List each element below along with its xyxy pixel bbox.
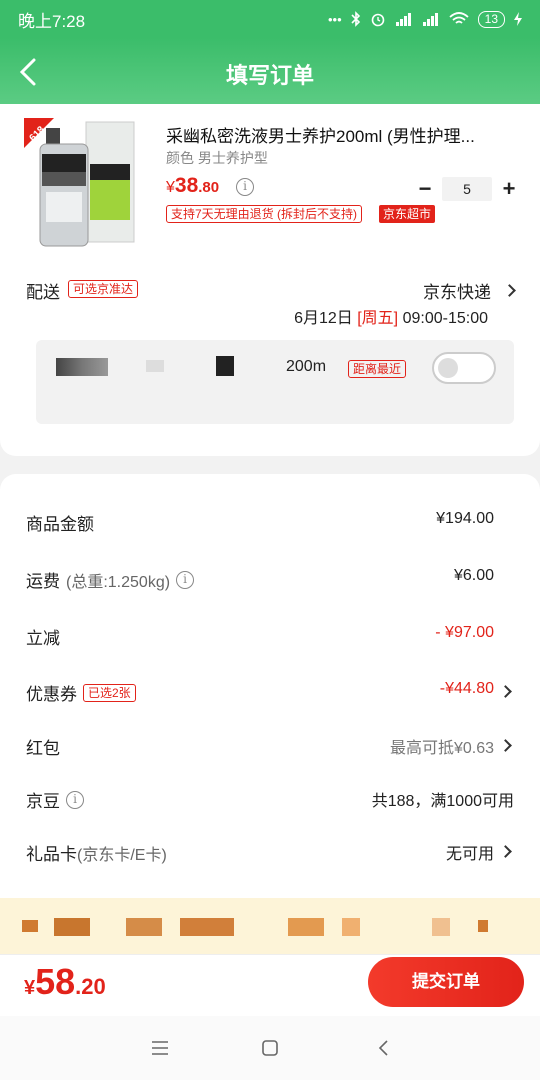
chevron-right-icon xyxy=(499,739,512,752)
freight-label: 运费 xyxy=(26,572,60,591)
blurred-text xyxy=(126,918,162,936)
more-dots-icon: ••• xyxy=(327,11,342,27)
blurred-text xyxy=(56,358,108,376)
product-spec: 颜色 男士养护型 xyxy=(166,150,268,166)
back-icon[interactable] xyxy=(372,1036,396,1060)
bluetooth-icon xyxy=(351,11,360,27)
goods-amount-value: ¥194.00 xyxy=(436,510,494,527)
delivery-method-label: 京东快递 xyxy=(423,283,491,302)
product-image[interactable]: 618 xyxy=(24,118,142,248)
battery-icon: 13 xyxy=(477,10,505,28)
delivery-weekday: [周五] xyxy=(357,310,399,327)
order-card: 618 采幽私密洗液男士养护200ml (男性护理... 颜色 男士养护型 ¥3… xyxy=(0,104,540,456)
blurred-text xyxy=(180,918,234,936)
promo-bar[interactable] xyxy=(0,898,540,954)
blurred-text xyxy=(478,920,488,932)
red-packet-value: 最高可抵¥0.63 xyxy=(389,740,494,757)
signal-icon xyxy=(395,13,411,26)
system-nav-bar xyxy=(0,1016,540,1080)
gift-card-row[interactable]: 礼品卡 (京东卡/E卡) 无可用 xyxy=(0,838,540,866)
minus-button[interactable]: − xyxy=(414,176,436,202)
blurred-text xyxy=(54,918,90,936)
toggle-knob xyxy=(438,358,458,378)
status-time: 晚上7:28 xyxy=(18,11,86,31)
jingdou-info-icon[interactable]: i xyxy=(66,790,84,809)
gift-card-label-group: 礼品卡 (京东卡/E卡) xyxy=(26,840,167,865)
freight-value: ¥6.00 xyxy=(453,567,494,584)
price-info-icon[interactable]: i xyxy=(236,178,254,196)
jingdou-label: 京豆 xyxy=(26,792,60,811)
discount-row: 立减 - ¥97.00 xyxy=(0,622,540,650)
delivery-hours: 09:00-15:00 xyxy=(402,310,488,327)
alarm-icon xyxy=(371,13,384,27)
price-dec: .80 xyxy=(198,179,220,196)
freight-label-group: 运费 (总重:1.250kg) i xyxy=(26,567,195,592)
total-dec: .20 xyxy=(75,974,106,999)
freight-info-icon[interactable]: i xyxy=(176,570,195,589)
coupon-label: 优惠券 xyxy=(26,685,77,704)
chevron-right-icon xyxy=(499,685,512,698)
menu-icon[interactable] xyxy=(148,1036,172,1060)
delivery-method[interactable]: 京东快递 xyxy=(423,278,516,303)
goods-amount-row: 商品金额 ¥194.00 xyxy=(0,508,540,536)
blurred-text xyxy=(432,918,450,936)
total-symbol: ¥ xyxy=(24,977,36,999)
delivery-option-tag[interactable]: 可选京准达 xyxy=(68,280,139,298)
delivery-time: 6月12日 [周五] 09:00-15:00 xyxy=(294,304,488,328)
home-icon[interactable] xyxy=(258,1036,282,1060)
chevron-right-icon xyxy=(499,845,512,858)
gift-card-label: 礼品卡 xyxy=(26,845,77,864)
coupon-label-group: 优惠券 已选2张 xyxy=(26,680,136,705)
page-title: 填写订单 xyxy=(225,63,314,88)
price-summary: 商品金额 ¥194.00 运费 (总重:1.250kg) i ¥6.00 立减 … xyxy=(0,474,540,898)
blurred-text xyxy=(216,356,234,376)
return-policy-tag: 支持7天无理由退货 (拆封后不支持) xyxy=(166,205,363,223)
price-int: 38 xyxy=(174,174,199,197)
status-bar: 晚上7:28 ••• 13 xyxy=(0,0,540,38)
blurred-text xyxy=(22,920,38,932)
signal-icon-2 xyxy=(422,13,438,26)
gift-card-sub: (京东卡/E卡) xyxy=(77,846,167,864)
status-icons: ••• 13 xyxy=(327,10,522,28)
store-tag: 京东超市 xyxy=(379,205,436,223)
discount-label: 立减 xyxy=(26,629,60,648)
jingdou-label-group: 京豆 i xyxy=(26,787,84,812)
coupon-count-tag: 已选2张 xyxy=(83,683,136,702)
blurred-text xyxy=(342,918,360,936)
product-title[interactable]: 采幽私密洗液男士养护200ml (男性护理... xyxy=(166,122,516,147)
delivery-label: 配送 xyxy=(26,283,60,302)
jingdou-row: 京豆 i 共188，满1000可用 xyxy=(0,785,540,813)
pickup-address[interactable]: 200m 距离最近 xyxy=(36,340,514,424)
gift-card-value: 无可用 xyxy=(445,846,494,863)
jingdou-value: 共188，满1000可用 xyxy=(371,793,514,810)
red-packet-row[interactable]: 红包 最高可抵¥0.63 xyxy=(0,732,540,760)
red-packet-label: 红包 xyxy=(26,739,60,758)
discount-value: - ¥97.00 xyxy=(435,624,494,641)
freight-row: 运费 (总重:1.250kg) i ¥6.00 xyxy=(0,565,540,593)
pickup-toggle[interactable] xyxy=(432,352,496,384)
checkout-bar: ¥58.20 提交订单 xyxy=(0,954,540,1016)
wifi-icon xyxy=(449,12,469,24)
total-price: ¥58.20 xyxy=(24,961,106,1003)
product-price: ¥38.80 i xyxy=(166,174,254,198)
address-distance: 200m xyxy=(286,358,327,375)
price-symbol: ¥ xyxy=(166,179,175,196)
quantity-input[interactable]: 5 xyxy=(442,177,492,201)
freight-weight: (总重:1.250kg) xyxy=(66,573,171,591)
quantity-stepper: − 5 + xyxy=(414,176,520,202)
coupon-row[interactable]: 优惠券 已选2张 -¥44.80 xyxy=(0,678,540,706)
goods-amount-label: 商品金额 xyxy=(26,515,94,534)
chevron-right-icon xyxy=(503,284,516,297)
submit-order-button[interactable]: 提交订单 xyxy=(368,957,524,1007)
nearest-tag: 距离最近 xyxy=(348,360,407,378)
charging-icon xyxy=(514,12,522,26)
plus-button[interactable]: + xyxy=(498,176,520,202)
total-int: 58 xyxy=(35,961,76,1002)
blurred-text xyxy=(146,360,164,372)
coupon-value: -¥44.80 xyxy=(439,680,494,697)
title-bar: 填写订单 xyxy=(0,38,540,106)
delivery-date: 6月12日 xyxy=(294,310,353,327)
blurred-text xyxy=(288,918,324,936)
